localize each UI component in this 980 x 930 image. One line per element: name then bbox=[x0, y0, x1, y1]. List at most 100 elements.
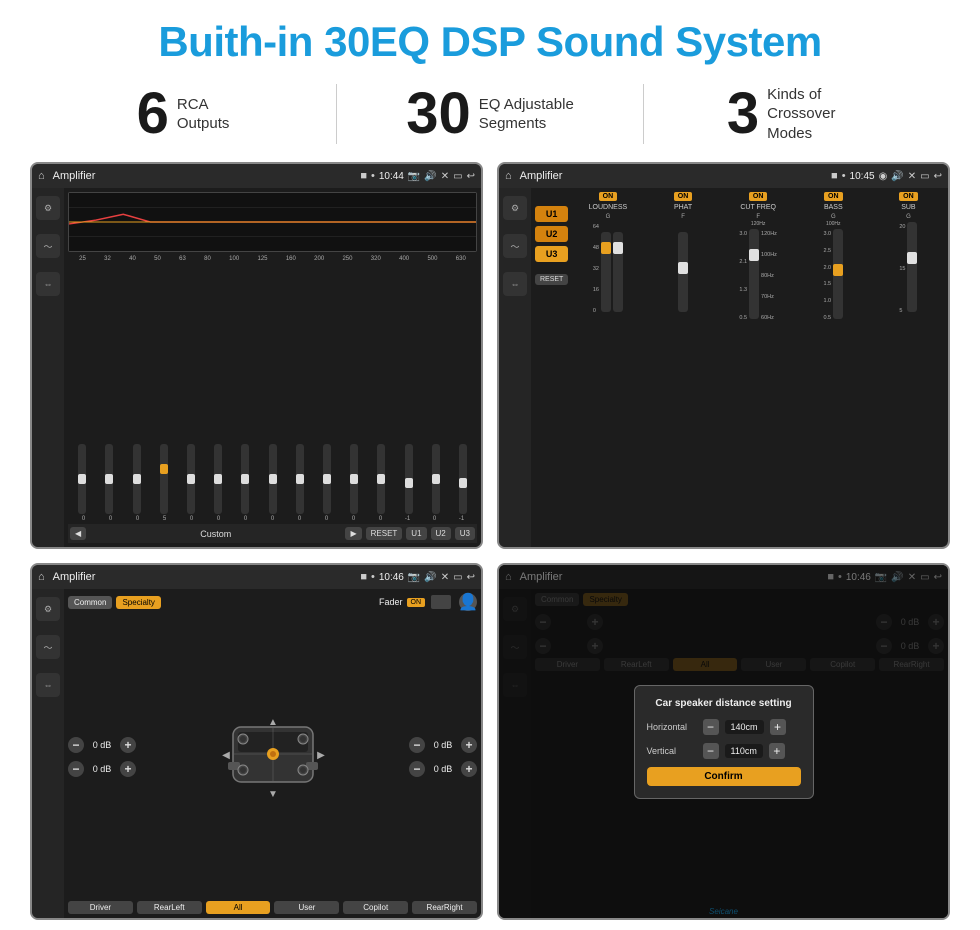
eq-slider-11[interactable] bbox=[342, 444, 366, 516]
vol-fl-plus[interactable]: + bbox=[120, 737, 136, 753]
fader-on-badge[interactable]: ON bbox=[407, 598, 426, 607]
u1-button[interactable]: U1 bbox=[535, 206, 568, 222]
freq-200: 200 bbox=[314, 256, 324, 262]
loudness-slider[interactable] bbox=[601, 232, 611, 312]
u3-btn[interactable]: U3 bbox=[455, 527, 475, 540]
freq-50: 50 bbox=[154, 256, 161, 262]
back-icon-s2[interactable]: ↩ bbox=[934, 171, 942, 182]
u2-button[interactable]: U2 bbox=[535, 226, 568, 242]
settings-circle-btn[interactable]: 👤 bbox=[459, 593, 477, 611]
copilot-zone-btn[interactable]: Copilot bbox=[343, 901, 408, 914]
side-s2-1[interactable]: ⚙ bbox=[503, 196, 527, 220]
stat-eq-label: EQ AdjustableSegments bbox=[479, 95, 574, 134]
ch-cutfreq: ON CUT FREQ F 120Hz 3.02.11.30.5 bbox=[723, 192, 794, 543]
freq-160: 160 bbox=[286, 256, 296, 262]
u2-btn[interactable]: U2 bbox=[431, 527, 451, 540]
driver-zone-btn[interactable]: Driver bbox=[68, 901, 133, 914]
x-icon-s3[interactable]: ✕ bbox=[441, 572, 449, 583]
cutfreq-slider[interactable] bbox=[749, 229, 759, 319]
eq-slider-1[interactable] bbox=[70, 444, 94, 516]
eq-slider-14[interactable] bbox=[424, 444, 448, 516]
user-zone-btn[interactable]: User bbox=[274, 901, 339, 914]
eq-slider-12[interactable] bbox=[369, 444, 393, 516]
eq-slider-5[interactable] bbox=[179, 444, 203, 516]
u3-button[interactable]: U3 bbox=[535, 246, 568, 262]
common-tab-s3[interactable]: Common bbox=[68, 596, 112, 609]
cutfreq-hz-labels: 120Hz100Hz80Hz70Hz60Hz bbox=[761, 231, 777, 321]
side-btn-s1-2[interactable]: 〜 bbox=[36, 234, 60, 258]
vol-fr-minus[interactable]: − bbox=[409, 737, 425, 753]
eq-slider-3[interactable] bbox=[124, 444, 148, 516]
screen1-wrapper: ⌂ Amplifier ■ • 10:44 📷 🔊 ✕ ▭ ↩ bbox=[30, 162, 483, 549]
eq-slider-2[interactable] bbox=[97, 444, 121, 516]
eq-slider-10[interactable] bbox=[315, 444, 339, 516]
vol-rl-plus[interactable]: + bbox=[120, 761, 136, 777]
sub-on[interactable]: ON bbox=[899, 192, 918, 201]
reset-s2-btn[interactable]: RESET bbox=[535, 274, 568, 285]
sub-slider-group: 20155 bbox=[899, 224, 917, 314]
cutfreq-on[interactable]: ON bbox=[749, 192, 768, 201]
eq-slider-13[interactable] bbox=[396, 444, 420, 516]
loc-icon-s2: ◉ bbox=[879, 171, 888, 182]
vol-fr-plus[interactable]: + bbox=[461, 737, 477, 753]
side-s3-2[interactable]: 〜 bbox=[36, 635, 60, 659]
loudness-on[interactable]: ON bbox=[599, 192, 618, 201]
horizontal-minus-btn[interactable]: − bbox=[703, 719, 719, 735]
bass-on[interactable]: ON bbox=[824, 192, 843, 201]
vertical-value: 110cm bbox=[725, 744, 763, 758]
back-icon-s3[interactable]: ↩ bbox=[467, 572, 475, 583]
side-s3-1[interactable]: ⚙ bbox=[36, 597, 60, 621]
vol-fl-minus[interactable]: − bbox=[68, 737, 84, 753]
all-zone-btn[interactable]: All bbox=[206, 901, 271, 914]
ch-sub: ON SUB G 20155 bbox=[873, 192, 944, 543]
eq-slider-7[interactable] bbox=[233, 444, 257, 516]
u1-btn[interactable]: U1 bbox=[406, 527, 426, 540]
side-s3-3[interactable]: ⇔ bbox=[36, 673, 60, 697]
side-btn-s1-3[interactable]: ⇔ bbox=[36, 272, 60, 296]
eq-slider-9[interactable] bbox=[288, 444, 312, 516]
phat-on[interactable]: ON bbox=[674, 192, 693, 201]
specialty-tab-s3[interactable]: Specialty bbox=[116, 596, 160, 609]
horizontal-plus-btn[interactable]: + bbox=[770, 719, 786, 735]
x-icon-s1[interactable]: ✕ bbox=[441, 171, 449, 182]
vol-rl-minus[interactable]: − bbox=[68, 761, 84, 777]
reset-btn[interactable]: RESET bbox=[366, 527, 403, 540]
side-s2-2[interactable]: 〜 bbox=[503, 234, 527, 258]
loudness-label: LOUDNESS bbox=[589, 204, 628, 211]
eq-slider-15[interactable] bbox=[451, 444, 475, 516]
phat-label: PHAT bbox=[674, 204, 692, 211]
sub-label: SUB bbox=[901, 204, 915, 211]
eq-slider-8[interactable] bbox=[260, 444, 284, 516]
eq-slider-6[interactable] bbox=[206, 444, 230, 516]
vertical-minus-btn[interactable]: − bbox=[703, 743, 719, 759]
fader-slider-mini[interactable] bbox=[431, 595, 451, 609]
vol-rr-plus[interactable]: + bbox=[461, 761, 477, 777]
x-icon-s2[interactable]: ✕ bbox=[908, 171, 916, 182]
arrow-right-btn[interactable]: ▶ bbox=[345, 527, 361, 540]
home-icon-s3[interactable]: ⌂ bbox=[38, 571, 45, 583]
phat-slider[interactable] bbox=[678, 232, 688, 312]
rearleft-zone-btn[interactable]: RearLeft bbox=[137, 901, 202, 914]
sub-slider[interactable] bbox=[907, 222, 917, 312]
vol-rr-minus[interactable]: − bbox=[409, 761, 425, 777]
side-btn-s1-1[interactable]: ⚙ bbox=[36, 196, 60, 220]
rearright-zone-btn[interactable]: RearRight bbox=[412, 901, 477, 914]
vertical-plus-btn[interactable]: + bbox=[769, 743, 785, 759]
loudness-slider2[interactable] bbox=[613, 232, 623, 312]
screen1-topbar: ⌂ Amplifier ■ • 10:44 📷 🔊 ✕ ▭ ↩ bbox=[32, 164, 481, 188]
back-icon-s1[interactable]: ↩ bbox=[467, 171, 475, 182]
eq-slider-4[interactable] bbox=[152, 444, 176, 516]
home-icon-s1[interactable]: ⌂ bbox=[38, 170, 45, 182]
arrow-left-btn[interactable]: ◀ bbox=[70, 527, 86, 540]
bass-slider[interactable] bbox=[833, 229, 843, 319]
stats-row: 6 RCAOutputs 30 EQ AdjustableSegments 3 … bbox=[30, 84, 950, 144]
side-s2-3[interactable]: ⇔ bbox=[503, 272, 527, 296]
confirm-button[interactable]: Confirm bbox=[647, 767, 801, 786]
screen2-title: Amplifier bbox=[520, 170, 827, 182]
distance-dialog-overlay: Car speaker distance setting Horizontal … bbox=[499, 565, 948, 918]
eq-val-row: 00 05 00 00 00 00 -10 -1 bbox=[68, 516, 477, 522]
stat-crossover-number: 3 bbox=[727, 85, 759, 143]
home-icon-s2[interactable]: ⌂ bbox=[505, 170, 512, 182]
screen2-side: ⚙ 〜 ⇔ bbox=[499, 188, 531, 547]
freq-500: 500 bbox=[427, 256, 437, 262]
